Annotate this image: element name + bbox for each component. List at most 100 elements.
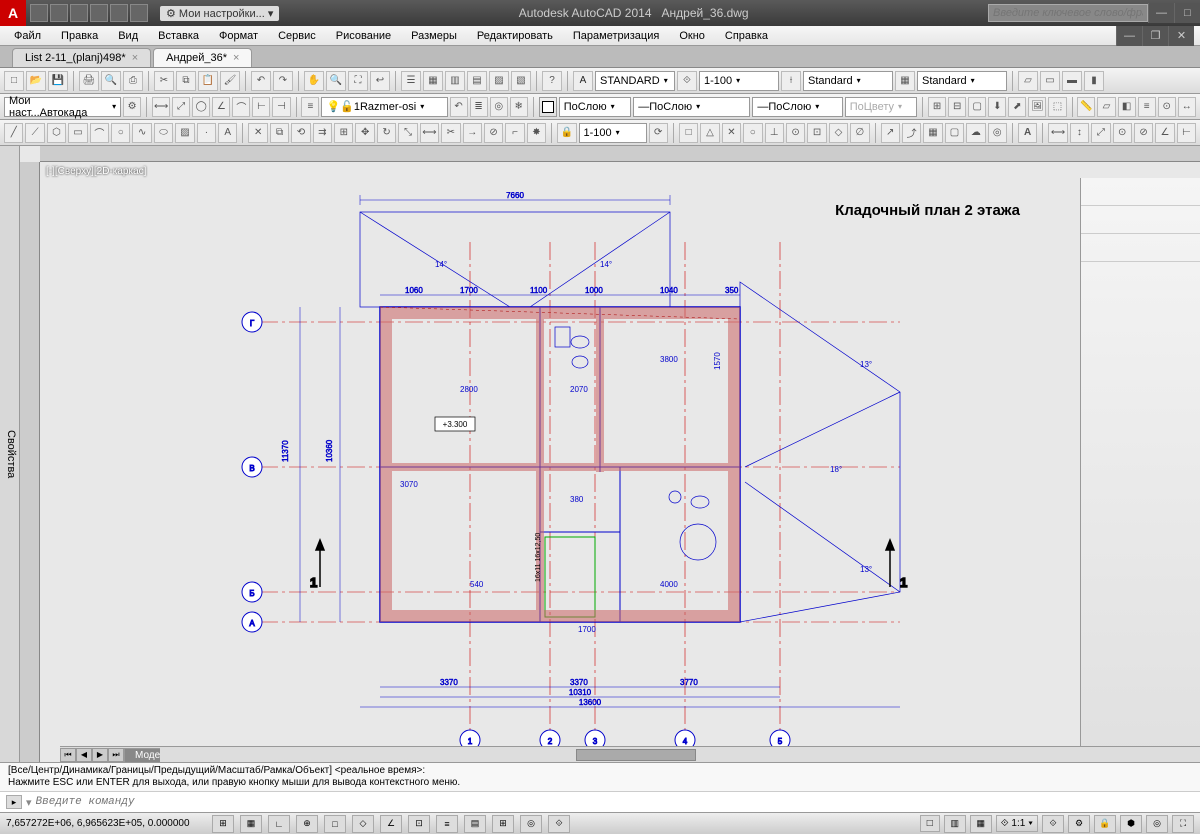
layer-state-icon[interactable]: ≣ bbox=[470, 97, 488, 117]
paste-icon[interactable]: 📋 bbox=[198, 71, 218, 91]
qat-print-icon[interactable] bbox=[110, 4, 128, 22]
dist-icon[interactable]: ↔ bbox=[1178, 97, 1196, 117]
qp-toggle[interactable]: ⊞ bbox=[492, 815, 514, 833]
donut-icon[interactable]: ◎ bbox=[988, 123, 1007, 143]
view-v-icon[interactable]: ▮ bbox=[1084, 71, 1104, 91]
close-icon[interactable]: × bbox=[132, 52, 138, 64]
open-icon[interactable]: 📂 bbox=[26, 71, 46, 91]
isolate-icon[interactable]: ◎ bbox=[1146, 815, 1168, 833]
save-icon[interactable]: 💾 bbox=[48, 71, 68, 91]
redo-icon[interactable]: ↷ bbox=[273, 71, 293, 91]
group-icon[interactable]: ⊞ bbox=[928, 97, 946, 117]
palette-slot[interactable] bbox=[1081, 178, 1200, 206]
text-style-dropdown[interactable]: STANDARD▾ bbox=[595, 71, 675, 91]
erase-icon[interactable]: ✕ bbox=[248, 123, 267, 143]
polygon-icon[interactable]: ⬡ bbox=[47, 123, 66, 143]
area-icon[interactable]: ▱ bbox=[1097, 97, 1115, 117]
menu-help[interactable]: Справка bbox=[717, 28, 776, 44]
command-line[interactable]: ▸ ▾ bbox=[0, 792, 1200, 812]
layer-icon[interactable]: ≡ bbox=[301, 97, 319, 117]
table-style-dropdown[interactable]: Standard▾ bbox=[917, 71, 1007, 91]
text-style-icon[interactable]: A bbox=[573, 71, 593, 91]
workspace-list-dropdown[interactable]: Мои наст...Автокада▾ bbox=[4, 97, 121, 117]
hatch-icon[interactable]: ▨ bbox=[175, 123, 194, 143]
design-center-icon[interactable]: ▦ bbox=[423, 71, 443, 91]
match-icon[interactable]: 🖌 bbox=[220, 71, 240, 91]
field-icon[interactable]: ⬚ bbox=[1048, 97, 1066, 117]
doc-minimize-icon[interactable]: — bbox=[1116, 26, 1142, 46]
layer-dropdown[interactable]: 💡🔓 1Razmer-osi▾ bbox=[321, 97, 447, 117]
palette-slot[interactable] bbox=[1081, 206, 1200, 234]
layout-next-icon[interactable]: ▶ bbox=[92, 748, 108, 762]
color-swatch[interactable] bbox=[539, 97, 557, 117]
dim-style-icon[interactable]: ⟊ bbox=[781, 71, 801, 91]
properties-panel-collapsed[interactable]: Свойства bbox=[0, 146, 20, 762]
workspace-dropdown[interactable]: ⚙ Мои настройки... ▾ bbox=[160, 6, 279, 21]
doc-restore-icon[interactable]: ❐ bbox=[1142, 26, 1168, 46]
image-icon[interactable]: 🖼 bbox=[1028, 97, 1046, 117]
quickcalc-icon[interactable]: ▧ bbox=[511, 71, 531, 91]
layer-freeze-icon[interactable]: ❄ bbox=[510, 97, 528, 117]
dim-h-icon[interactable]: ⟷ bbox=[1048, 123, 1067, 143]
menu-parametric[interactable]: Параметризация bbox=[565, 28, 667, 44]
dim-al-icon[interactable]: ⤢ bbox=[1091, 123, 1110, 143]
wipeout-icon[interactable]: ▢ bbox=[945, 123, 964, 143]
tpy-toggle[interactable]: ▤ bbox=[464, 815, 486, 833]
view-tile-icon[interactable]: ▱ bbox=[1018, 71, 1038, 91]
dim-v-icon[interactable]: ↕ bbox=[1070, 123, 1089, 143]
scrollbar-thumb[interactable] bbox=[576, 749, 696, 761]
dim-d-icon[interactable]: ⊘ bbox=[1134, 123, 1153, 143]
document-tab[interactable]: Андрей_36*× bbox=[153, 48, 252, 67]
point-icon[interactable]: · bbox=[197, 123, 216, 143]
undo-icon[interactable]: ↶ bbox=[251, 71, 271, 91]
minimize-button[interactable]: — bbox=[1148, 3, 1174, 23]
arc-icon[interactable]: ⌒ bbox=[90, 123, 109, 143]
break-icon[interactable]: ⊘ bbox=[484, 123, 503, 143]
doc-close-icon[interactable]: ✕ bbox=[1168, 26, 1194, 46]
dim-style-dropdown[interactable]: Standard▾ bbox=[803, 71, 893, 91]
osnap-node-icon[interactable]: ◇ bbox=[829, 123, 848, 143]
workspace-switch-icon[interactable]: ⚙ bbox=[1068, 815, 1090, 833]
zoom-win-icon[interactable]: ⛶ bbox=[348, 71, 368, 91]
trim-icon[interactable]: ✂ bbox=[441, 123, 460, 143]
scale-icon[interactable]: ⤡ bbox=[398, 123, 417, 143]
dim-arc-icon[interactable]: ⌒ bbox=[232, 97, 250, 117]
menu-file[interactable]: Файл bbox=[6, 28, 49, 44]
linetype-dropdown[interactable]: — ПоСлою▾ bbox=[633, 97, 750, 117]
xref-icon[interactable]: ⬈ bbox=[1008, 97, 1026, 117]
stretch-icon[interactable]: ⟷ bbox=[420, 123, 439, 143]
spline-icon[interactable]: ∿ bbox=[132, 123, 151, 143]
anno-visibility-icon[interactable]: ⟐ bbox=[1042, 815, 1064, 833]
snap-toggle[interactable]: ⊞ bbox=[212, 815, 234, 833]
plot-icon[interactable]: 🖨 bbox=[79, 71, 99, 91]
new-icon[interactable]: □ bbox=[4, 71, 24, 91]
qat-redo-icon[interactable] bbox=[90, 4, 108, 22]
search-input[interactable] bbox=[988, 4, 1148, 22]
measure-icon[interactable]: 📏 bbox=[1077, 97, 1095, 117]
circle-icon[interactable]: ○ bbox=[111, 123, 130, 143]
pan-icon[interactable]: ✋ bbox=[304, 71, 324, 91]
dim-ord-icon[interactable]: ⊢ bbox=[1177, 123, 1196, 143]
dim-angle-icon[interactable]: ∠ bbox=[212, 97, 230, 117]
sc-toggle[interactable]: ◎ bbox=[520, 815, 542, 833]
menu-service[interactable]: Сервис bbox=[270, 28, 324, 44]
polyline-icon[interactable]: ⟋ bbox=[25, 123, 44, 143]
qat-more-icon[interactable] bbox=[130, 4, 148, 22]
osnap-mid-icon[interactable]: △ bbox=[700, 123, 719, 143]
polar-toggle[interactable]: ⊕ bbox=[296, 815, 318, 833]
list-icon[interactable]: ≡ bbox=[1138, 97, 1156, 117]
qat-save-icon[interactable] bbox=[50, 4, 68, 22]
array-icon[interactable]: ⊞ bbox=[334, 123, 353, 143]
rotate-icon[interactable]: ↻ bbox=[377, 123, 396, 143]
menu-format[interactable]: Формат bbox=[211, 28, 266, 44]
command-input[interactable] bbox=[36, 796, 1194, 808]
osnap-none-icon[interactable]: ∅ bbox=[850, 123, 869, 143]
maximize-button[interactable]: □ bbox=[1174, 3, 1200, 23]
plotstyle-dropdown[interactable]: ПоЦвету▾ bbox=[845, 97, 918, 117]
dim-baseline-icon[interactable]: ⊢ bbox=[252, 97, 270, 117]
dim-radius-icon[interactable]: ◯ bbox=[192, 97, 210, 117]
publish-icon[interactable]: ⎙ bbox=[123, 71, 143, 91]
mtext-icon[interactable]: A bbox=[1018, 123, 1037, 143]
region-icon[interactable]: ◧ bbox=[1118, 97, 1136, 117]
dim-linear-icon[interactable]: ⟷ bbox=[152, 97, 170, 117]
